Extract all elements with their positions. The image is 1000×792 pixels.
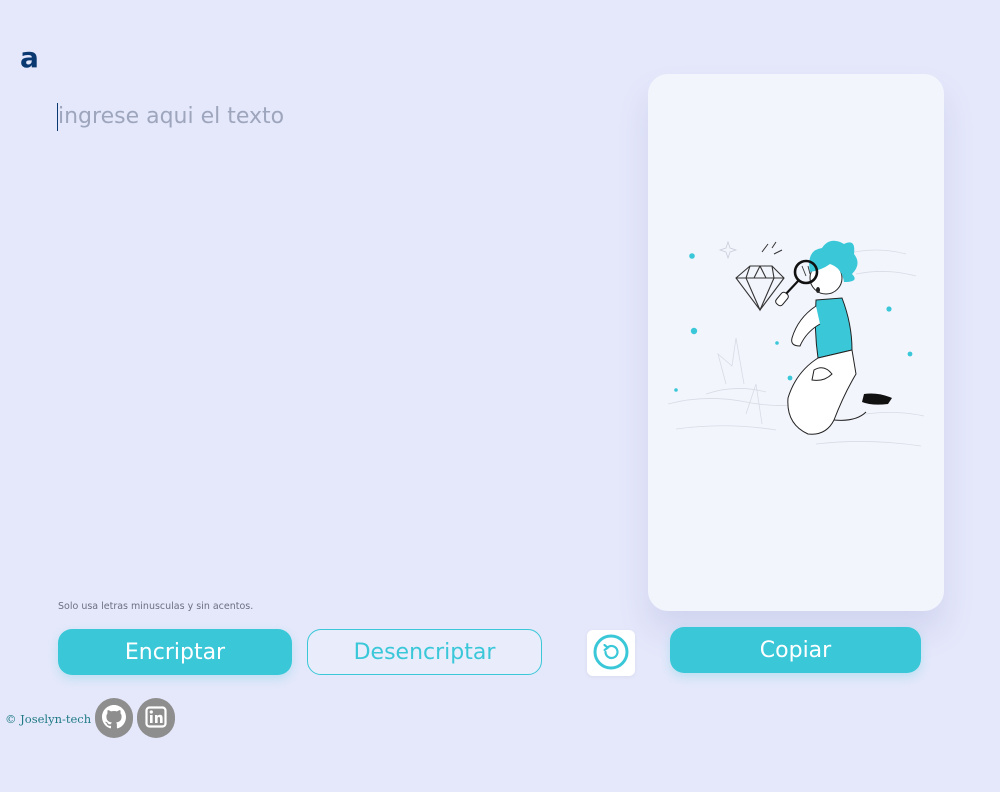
- output-panel: [648, 74, 944, 611]
- input-hint: Solo usa letras minusculas y sin acentos…: [58, 601, 254, 612]
- linkedin-link[interactable]: [137, 698, 176, 740]
- text-caret: [57, 103, 58, 131]
- reset-button[interactable]: [587, 630, 635, 676]
- github-icon: [95, 698, 134, 740]
- text-input[interactable]: [56, 100, 546, 580]
- footer: © Joselyn-tech: [5, 698, 176, 740]
- encrypt-button[interactable]: Encriptar: [58, 629, 292, 675]
- footer-copyright: © Joselyn-tech: [5, 712, 92, 726]
- copy-button[interactable]: Copiar: [670, 627, 921, 673]
- reset-icon: [592, 633, 630, 674]
- app-root: a Solo usa letras minusculas y sin acent…: [0, 0, 1000, 792]
- decrypt-button[interactable]: Desencriptar: [307, 629, 542, 675]
- linkedin-icon: [137, 698, 176, 740]
- person-magnifier-illustration: [666, 226, 928, 464]
- logo: a: [20, 41, 39, 74]
- github-link[interactable]: [95, 698, 134, 740]
